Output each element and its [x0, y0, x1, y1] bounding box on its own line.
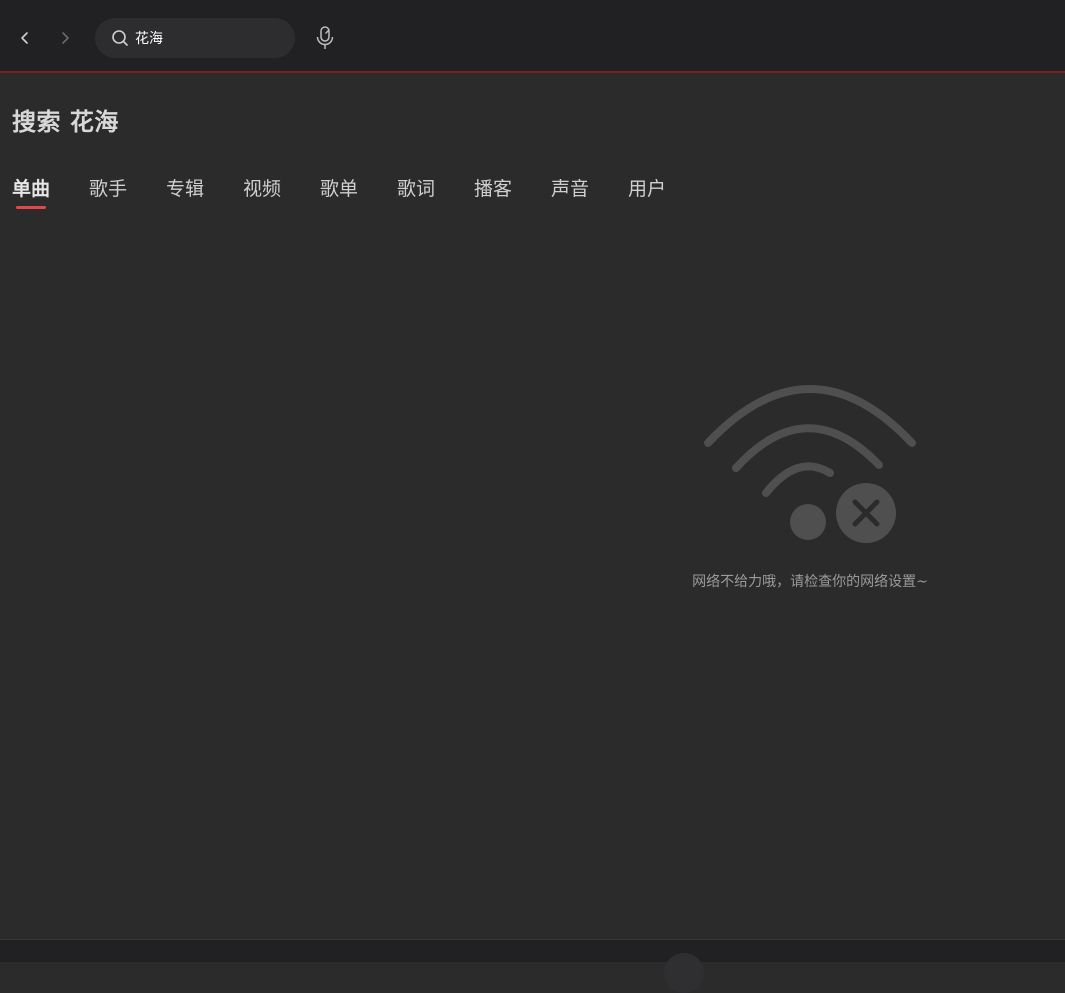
network-error-state: 网络不给力哦，请检查你的网络设置~: [680, 385, 940, 605]
tab-artists[interactable]: 歌手: [89, 174, 127, 201]
voice-search-button[interactable]: [312, 24, 338, 52]
tab-songs[interactable]: 单曲: [12, 174, 50, 201]
search-input[interactable]: [135, 26, 280, 50]
tab-sounds[interactable]: 声音: [551, 174, 589, 201]
page-title: 搜索 花海: [12, 108, 119, 136]
player-bar: [0, 939, 1065, 993]
tab-podcasts[interactable]: 播客: [474, 174, 512, 201]
search-icon: [112, 30, 128, 46]
wifi-off-icon: [704, 385, 916, 543]
play-button[interactable]: [664, 953, 704, 993]
chevron-left-icon: [21, 32, 28, 44]
microphone-icon: [316, 26, 334, 49]
active-tab-indicator: [16, 206, 46, 209]
forward-button[interactable]: [52, 25, 78, 51]
chevron-right-icon: [62, 32, 69, 44]
tab-playlists[interactable]: 歌单: [320, 174, 358, 201]
tab-users[interactable]: 用户: [628, 174, 666, 201]
tab-lyrics[interactable]: 歌词: [397, 174, 435, 201]
network-error-message: 网络不给力哦，请检查你的网络设置~: [692, 574, 928, 590]
tab-videos[interactable]: 视频: [243, 174, 281, 201]
tab-albums[interactable]: 专辑: [166, 174, 204, 201]
top-bar: [0, 0, 1065, 73]
search-box[interactable]: [95, 18, 295, 58]
back-button[interactable]: [12, 25, 38, 51]
